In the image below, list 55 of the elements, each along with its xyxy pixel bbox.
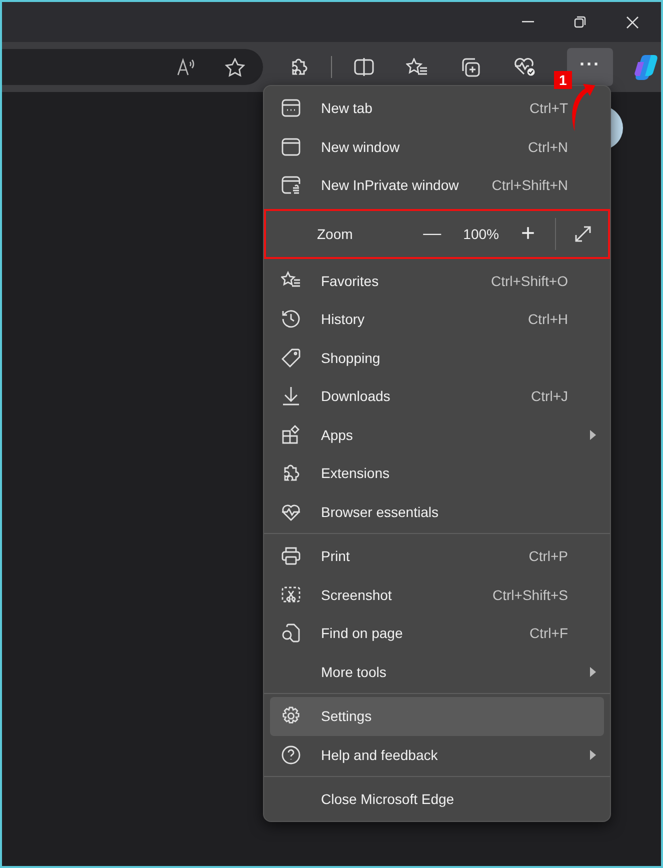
restore-icon[interactable]	[574, 16, 586, 28]
menu-item[interactable]: Close Microsoft Edge	[270, 780, 604, 818]
tag-icon	[281, 348, 301, 368]
menu-item[interactable]: Downloads Ctrl+J	[270, 377, 604, 416]
shortcut-text: Ctrl+T	[530, 100, 568, 116]
printer-icon	[281, 546, 301, 566]
menu-item[interactable]: More tools	[270, 652, 604, 691]
menu-item[interactable]: Settings	[270, 697, 604, 736]
zoom-label: Zoom	[317, 226, 354, 242]
window-icon	[281, 136, 301, 157]
star-icon[interactable]	[225, 58, 245, 76]
favorites-icon[interactable]	[406, 58, 428, 76]
read-aloud-icon[interactable]	[177, 58, 197, 76]
minimize-icon[interactable]	[522, 21, 534, 23]
shortcut-text: Ctrl+F	[530, 625, 568, 642]
shortcut-text: Ctrl+P	[528, 548, 568, 564]
more-button[interactable]: ···	[567, 48, 613, 86]
menu-item[interactable]: Extensions	[270, 454, 604, 492]
menu-item[interactable]: New tab Ctrl+T	[270, 89, 604, 128]
history-icon	[281, 309, 301, 330]
shortcut-text: Ctrl+J	[531, 388, 568, 404]
zoom-level: 100%	[463, 226, 499, 242]
heartbeat-icon[interactable]	[513, 56, 537, 78]
apps-icon	[281, 424, 301, 445]
menu-item[interactable]: Screenshot Ctrl+Shift+S	[270, 576, 604, 614]
menu-item[interactable]: Favorites Ctrl+Shift+O	[270, 262, 604, 300]
split-screen-icon[interactable]	[354, 58, 374, 76]
shortcut-text: Ctrl+N	[528, 138, 568, 155]
menu-item[interactable]: Apps	[270, 416, 604, 454]
collections-icon[interactable]	[460, 56, 481, 78]
shortcut-text: Ctrl+H	[528, 311, 568, 328]
menu-item[interactable]: Shopping	[270, 338, 604, 377]
shortcut-text: Ctrl+Shift+N	[492, 177, 568, 194]
shortcut-text: Ctrl+Shift+S	[492, 586, 568, 603]
zoom-out-button[interactable]: —	[419, 223, 446, 244]
menu-item[interactable]: New window Ctrl+N	[270, 128, 604, 166]
fullscreen-icon[interactable]	[574, 224, 592, 242]
private-window-icon	[281, 175, 301, 196]
tab-icon	[281, 98, 301, 118]
menu-item[interactable]: Print Ctrl+P	[270, 537, 604, 576]
menu-item[interactable]: Browser essentials	[270, 492, 604, 531]
download-icon	[281, 386, 301, 406]
step-badge: 1	[554, 71, 572, 89]
close-icon[interactable]	[626, 16, 639, 28]
menu-item[interactable]: Help and feedback	[270, 736, 604, 774]
screenshot-icon	[281, 584, 301, 605]
find-page-icon	[281, 623, 301, 644]
menu-item[interactable]: Find on page Ctrl+F	[270, 614, 604, 652]
settings-icon	[281, 706, 301, 726]
menu-item[interactable]: History Ctrl+H	[270, 300, 604, 338]
help-icon	[281, 744, 301, 765]
zoom-in-button[interactable]: +	[516, 220, 539, 248]
heartbeat-icon	[281, 502, 301, 522]
menu-item[interactable]: New InPrivate window Ctrl+Shift+N	[270, 166, 604, 204]
shortcut-text: Ctrl+Shift+O	[490, 272, 568, 289]
